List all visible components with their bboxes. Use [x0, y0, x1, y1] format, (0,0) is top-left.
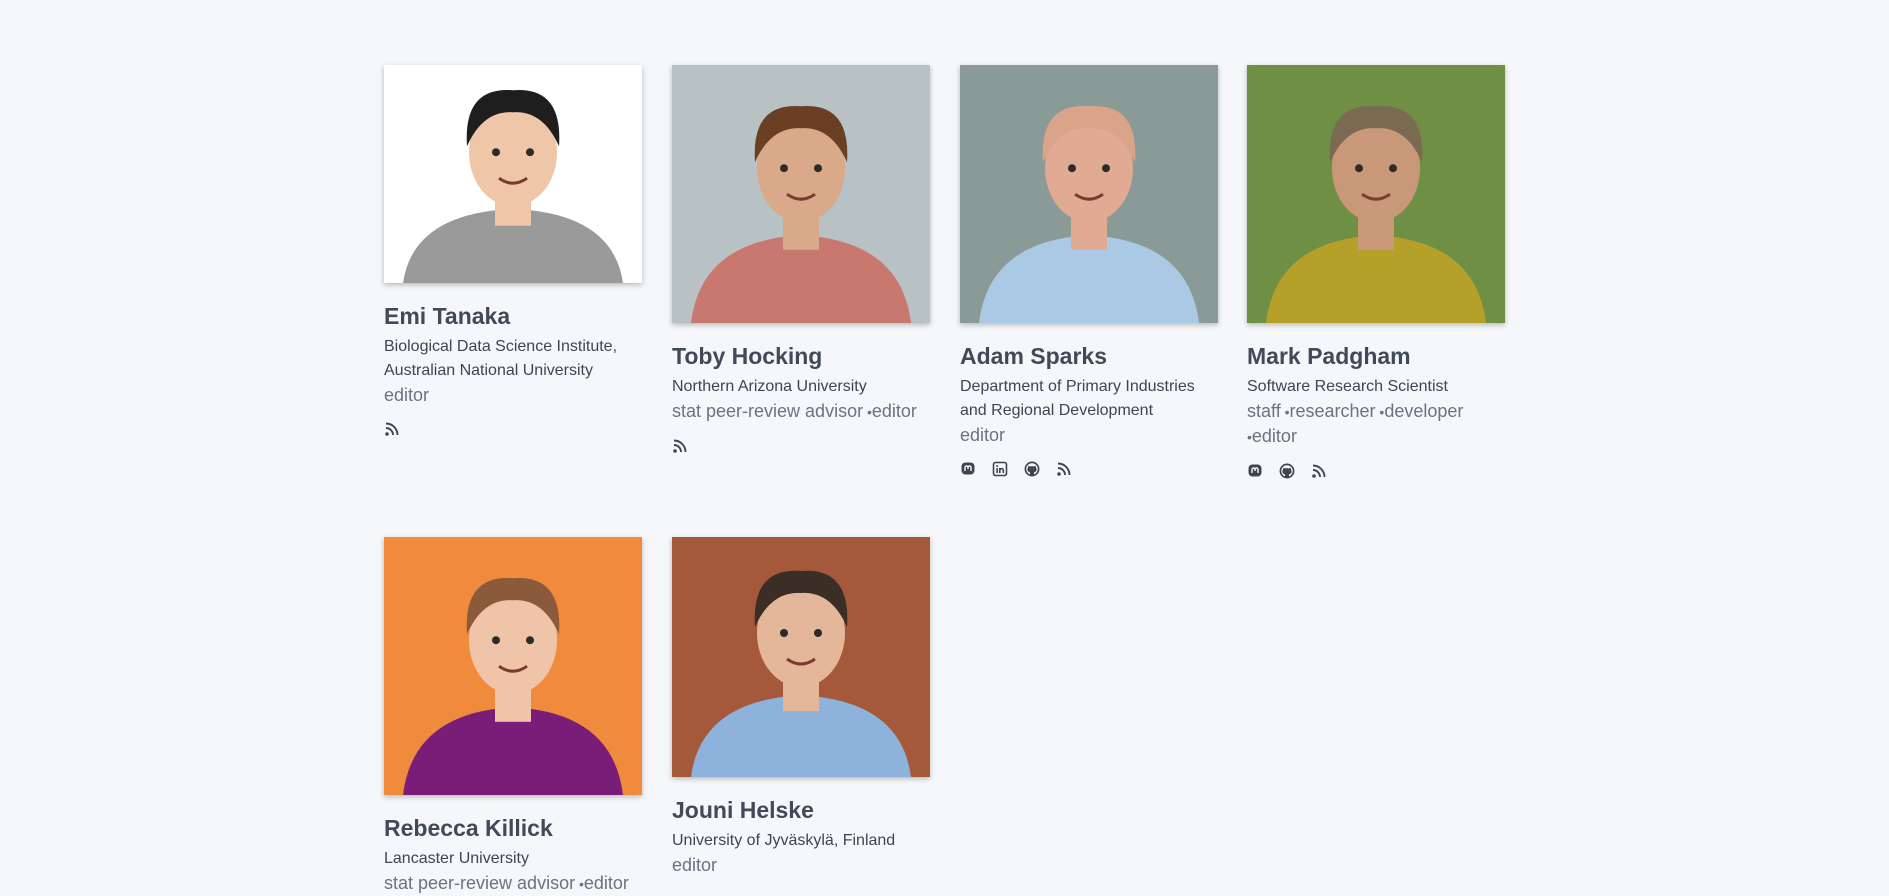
- role-tag: staff: [1247, 401, 1281, 422]
- person-card: Mark Padgham Software Research Scientist s…: [1247, 65, 1505, 479]
- person-roles: stat peer-review advisoreditor: [384, 871, 642, 896]
- social-links: [1247, 463, 1505, 479]
- person-photo[interactable]: [960, 65, 1218, 323]
- person-affiliation: Department of Primary Industries and Reg…: [960, 378, 1195, 420]
- person-photo[interactable]: [384, 65, 642, 283]
- role-tag: editor: [575, 873, 629, 893]
- person-roles: editor: [672, 853, 930, 877]
- role-tag: editor: [960, 425, 1006, 446]
- person-roles: stat peer-review advisoreditor: [672, 399, 930, 424]
- person-roles: editor: [960, 423, 1218, 447]
- person-card: Toby Hocking Northern Arizona University s…: [672, 65, 930, 454]
- linkedin-icon[interactable]: [992, 461, 1008, 477]
- person-name[interactable]: Emi Tanaka: [384, 303, 642, 329]
- person-card: Jouni Helske University of Jyväskylä, Fin…: [672, 537, 930, 877]
- person-card: Adam Sparks Department of Primary Industr…: [960, 65, 1218, 477]
- person-photo[interactable]: [672, 537, 930, 777]
- rss-icon[interactable]: [1311, 463, 1327, 479]
- person-card: Rebecca Killick Lancaster University stat …: [384, 537, 642, 896]
- social-links: [960, 461, 1218, 477]
- role-tag: developer: [1376, 401, 1464, 421]
- person-card: Emi Tanaka Biological Data Science Instit…: [384, 65, 642, 437]
- role-tag: editor: [672, 855, 718, 876]
- github-icon[interactable]: [1279, 463, 1295, 479]
- mastodon-icon[interactable]: [960, 461, 976, 477]
- rss-icon[interactable]: [672, 438, 688, 454]
- person-name[interactable]: Jouni Helske: [672, 797, 930, 823]
- person-affiliation: University of Jyväskylä, Finland: [672, 832, 896, 850]
- rss-icon[interactable]: [384, 421, 400, 437]
- person-name[interactable]: Rebecca Killick: [384, 815, 642, 841]
- person-roles: editor: [384, 383, 642, 407]
- role-tag: editor: [1247, 426, 1297, 446]
- person-photo[interactable]: [672, 65, 930, 323]
- person-name[interactable]: Toby Hocking: [672, 343, 930, 369]
- person-name[interactable]: Mark Padgham: [1247, 343, 1505, 369]
- person-photo[interactable]: [384, 537, 642, 795]
- person-photo[interactable]: [1247, 65, 1505, 323]
- person-affiliation: Biological Data Science Institute, Austr…: [384, 338, 618, 380]
- role-tag: editor: [863, 401, 917, 421]
- person-affiliation: Northern Arizona University: [672, 378, 867, 396]
- rss-icon[interactable]: [1056, 461, 1072, 477]
- person-affiliation: Software Research Scientist: [1247, 378, 1448, 396]
- person-name[interactable]: Adam Sparks: [960, 343, 1218, 369]
- social-links: [384, 421, 642, 437]
- role-tag: editor: [384, 385, 430, 406]
- person-roles: staffresearcherdeveloper editor: [1247, 399, 1505, 449]
- person-affiliation: Lancaster University: [384, 850, 529, 868]
- social-links: [672, 438, 930, 454]
- mastodon-icon[interactable]: [1247, 463, 1263, 479]
- github-icon[interactable]: [1024, 461, 1040, 477]
- role-tag: stat peer-review advisor: [384, 873, 576, 894]
- role-tag: researcher: [1281, 401, 1376, 421]
- role-tag: stat peer-review advisor: [672, 401, 864, 422]
